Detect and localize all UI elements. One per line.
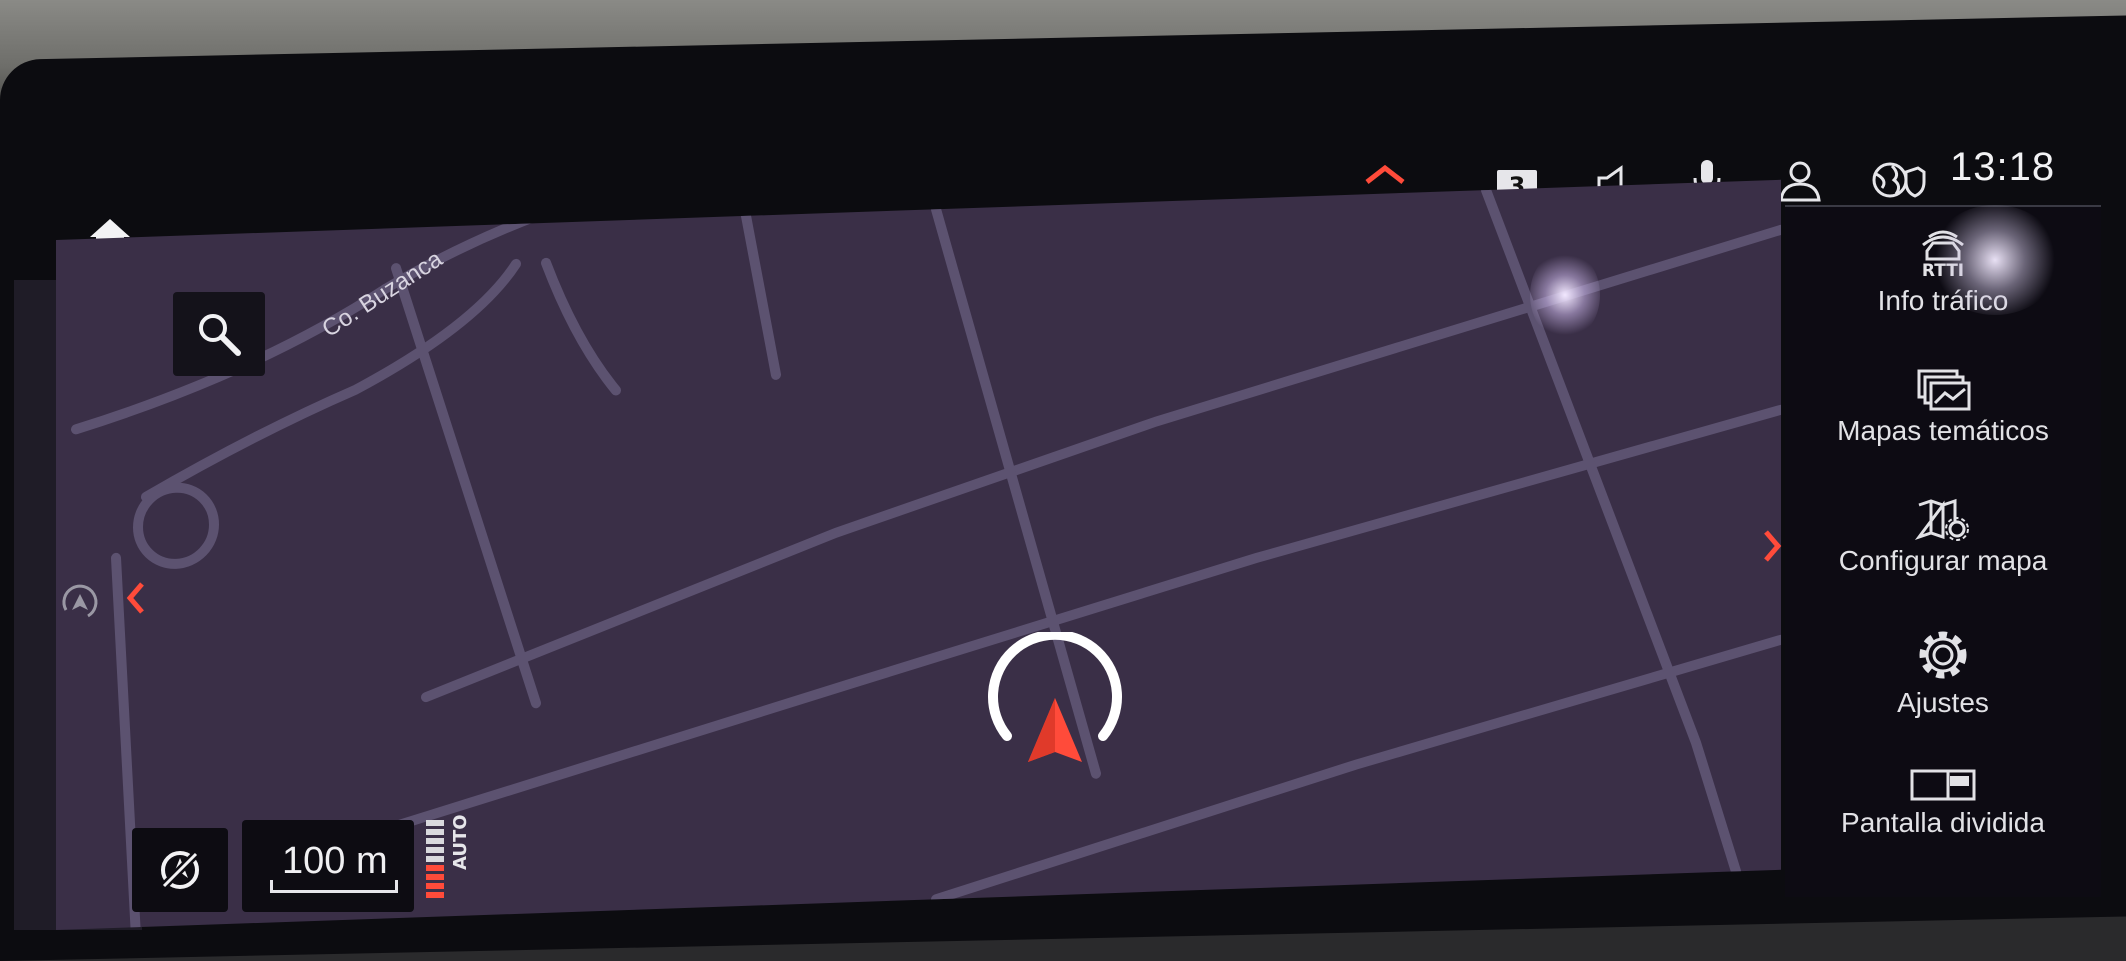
vehicle-position-marker xyxy=(985,629,1125,776)
chevron-left-icon[interactable] xyxy=(126,580,146,620)
road-roundabout xyxy=(133,482,220,569)
road-lower-diagonal xyxy=(311,404,1781,856)
split-screen-icon xyxy=(1910,769,1976,801)
chevron-right-icon[interactable] xyxy=(1762,528,1782,568)
light-reflection xyxy=(1530,250,1600,340)
scale-value: 100 m xyxy=(282,840,388,882)
light-reflection xyxy=(1930,205,2060,315)
menu-item-settings[interactable]: Ajustes xyxy=(1785,627,2101,719)
map-scale: 100 m xyxy=(242,820,414,912)
side-menu: RTTI Info tráfico Mapas temáticos Config… xyxy=(1785,205,2101,897)
zoom-auto-label: AUTO xyxy=(450,814,471,870)
map-view[interactable] xyxy=(56,179,1781,931)
layered-map-icon xyxy=(1917,369,1971,411)
menu-item-label: Mapas temáticos xyxy=(1837,415,2049,446)
menu-item-label: Configurar mapa xyxy=(1838,545,2048,576)
gear-icon xyxy=(1919,631,1967,679)
profile-icon[interactable] xyxy=(1777,158,1823,208)
search-icon xyxy=(199,314,241,356)
map-settings-icon xyxy=(1914,498,1969,541)
navigation-screen: 3 13:18 Co. Buzanca 100 m AUTO Info tráf… xyxy=(0,0,2126,961)
menu-item-label: Ajustes xyxy=(1897,687,1989,718)
globe-shield-icon[interactable] xyxy=(1870,158,1926,206)
road-v1 xyxy=(391,263,541,709)
scale-bar xyxy=(270,880,398,893)
map-roads xyxy=(71,185,1781,931)
menu-item-configure-map[interactable]: Configurar mapa xyxy=(1785,497,2101,577)
road-loop xyxy=(541,257,621,396)
map-orientation-icon xyxy=(159,849,201,891)
chevron-up-icon[interactable] xyxy=(1363,162,1407,190)
search-button[interactable] xyxy=(173,292,265,376)
menu-item-label: Pantalla dividida xyxy=(1841,807,2045,838)
menu-item-split-screen[interactable]: Pantalla dividida xyxy=(1785,767,2101,839)
orientation-button[interactable] xyxy=(132,828,228,912)
recenter-icon[interactable] xyxy=(58,580,102,628)
road-v4 xyxy=(741,210,781,380)
clock-time: 13:18 xyxy=(1950,145,2056,189)
menu-item-thematic-maps[interactable]: Mapas temáticos xyxy=(1785,367,2101,447)
